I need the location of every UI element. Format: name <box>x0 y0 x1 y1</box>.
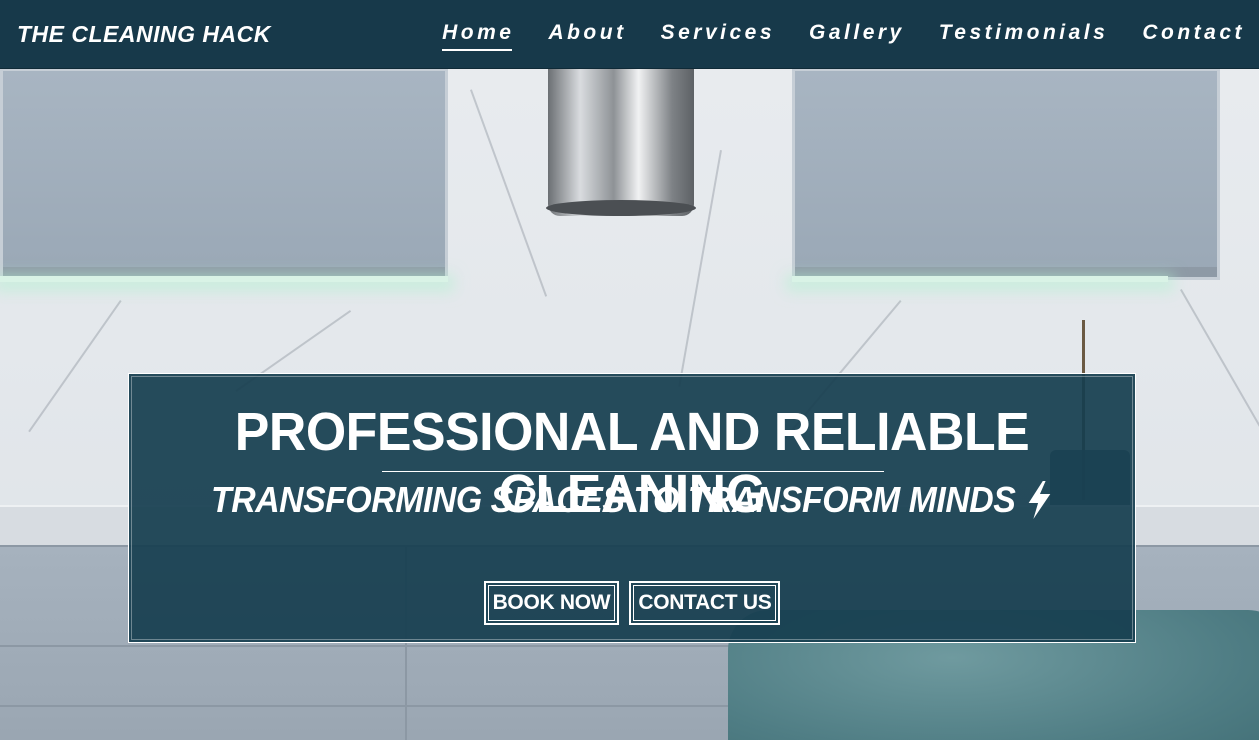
nav-item-contact[interactable]: Contact <box>1142 21 1245 47</box>
nav-item-gallery[interactable]: Gallery <box>809 21 905 47</box>
lightning-bolt-icon <box>1028 481 1051 519</box>
nav-item-home[interactable]: Home <box>442 21 514 51</box>
main-nav: Home About Services Gallery Testimonials… <box>408 0 1245 68</box>
book-now-button[interactable]: BOOK NOW <box>483 581 620 625</box>
hero-subtitle-text: TRANSFORMING SPACES TO TRANSFORM MINDS <box>211 479 1016 520</box>
nav-item-about[interactable]: About <box>548 21 626 47</box>
brand-logo-text[interactable]: THE CLEANING HACK <box>17 21 271 48</box>
hero-button-group: BOOK NOW CONTACT US <box>129 581 1135 625</box>
hero-subtitle: TRANSFORMING SPACES TO TRANSFORM MINDS <box>159 479 1105 521</box>
hero-panel: PROFESSIONAL AND RELIABLE CLEANING TRANS… <box>128 373 1136 643</box>
hero-divider <box>382 471 884 472</box>
site-header: THE CLEANING HACK Home About Services Ga… <box>0 0 1259 69</box>
contact-us-button[interactable]: CONTACT US <box>629 581 781 625</box>
nav-item-services[interactable]: Services <box>661 21 775 47</box>
nav-item-testimonials[interactable]: Testimonials <box>939 21 1109 47</box>
